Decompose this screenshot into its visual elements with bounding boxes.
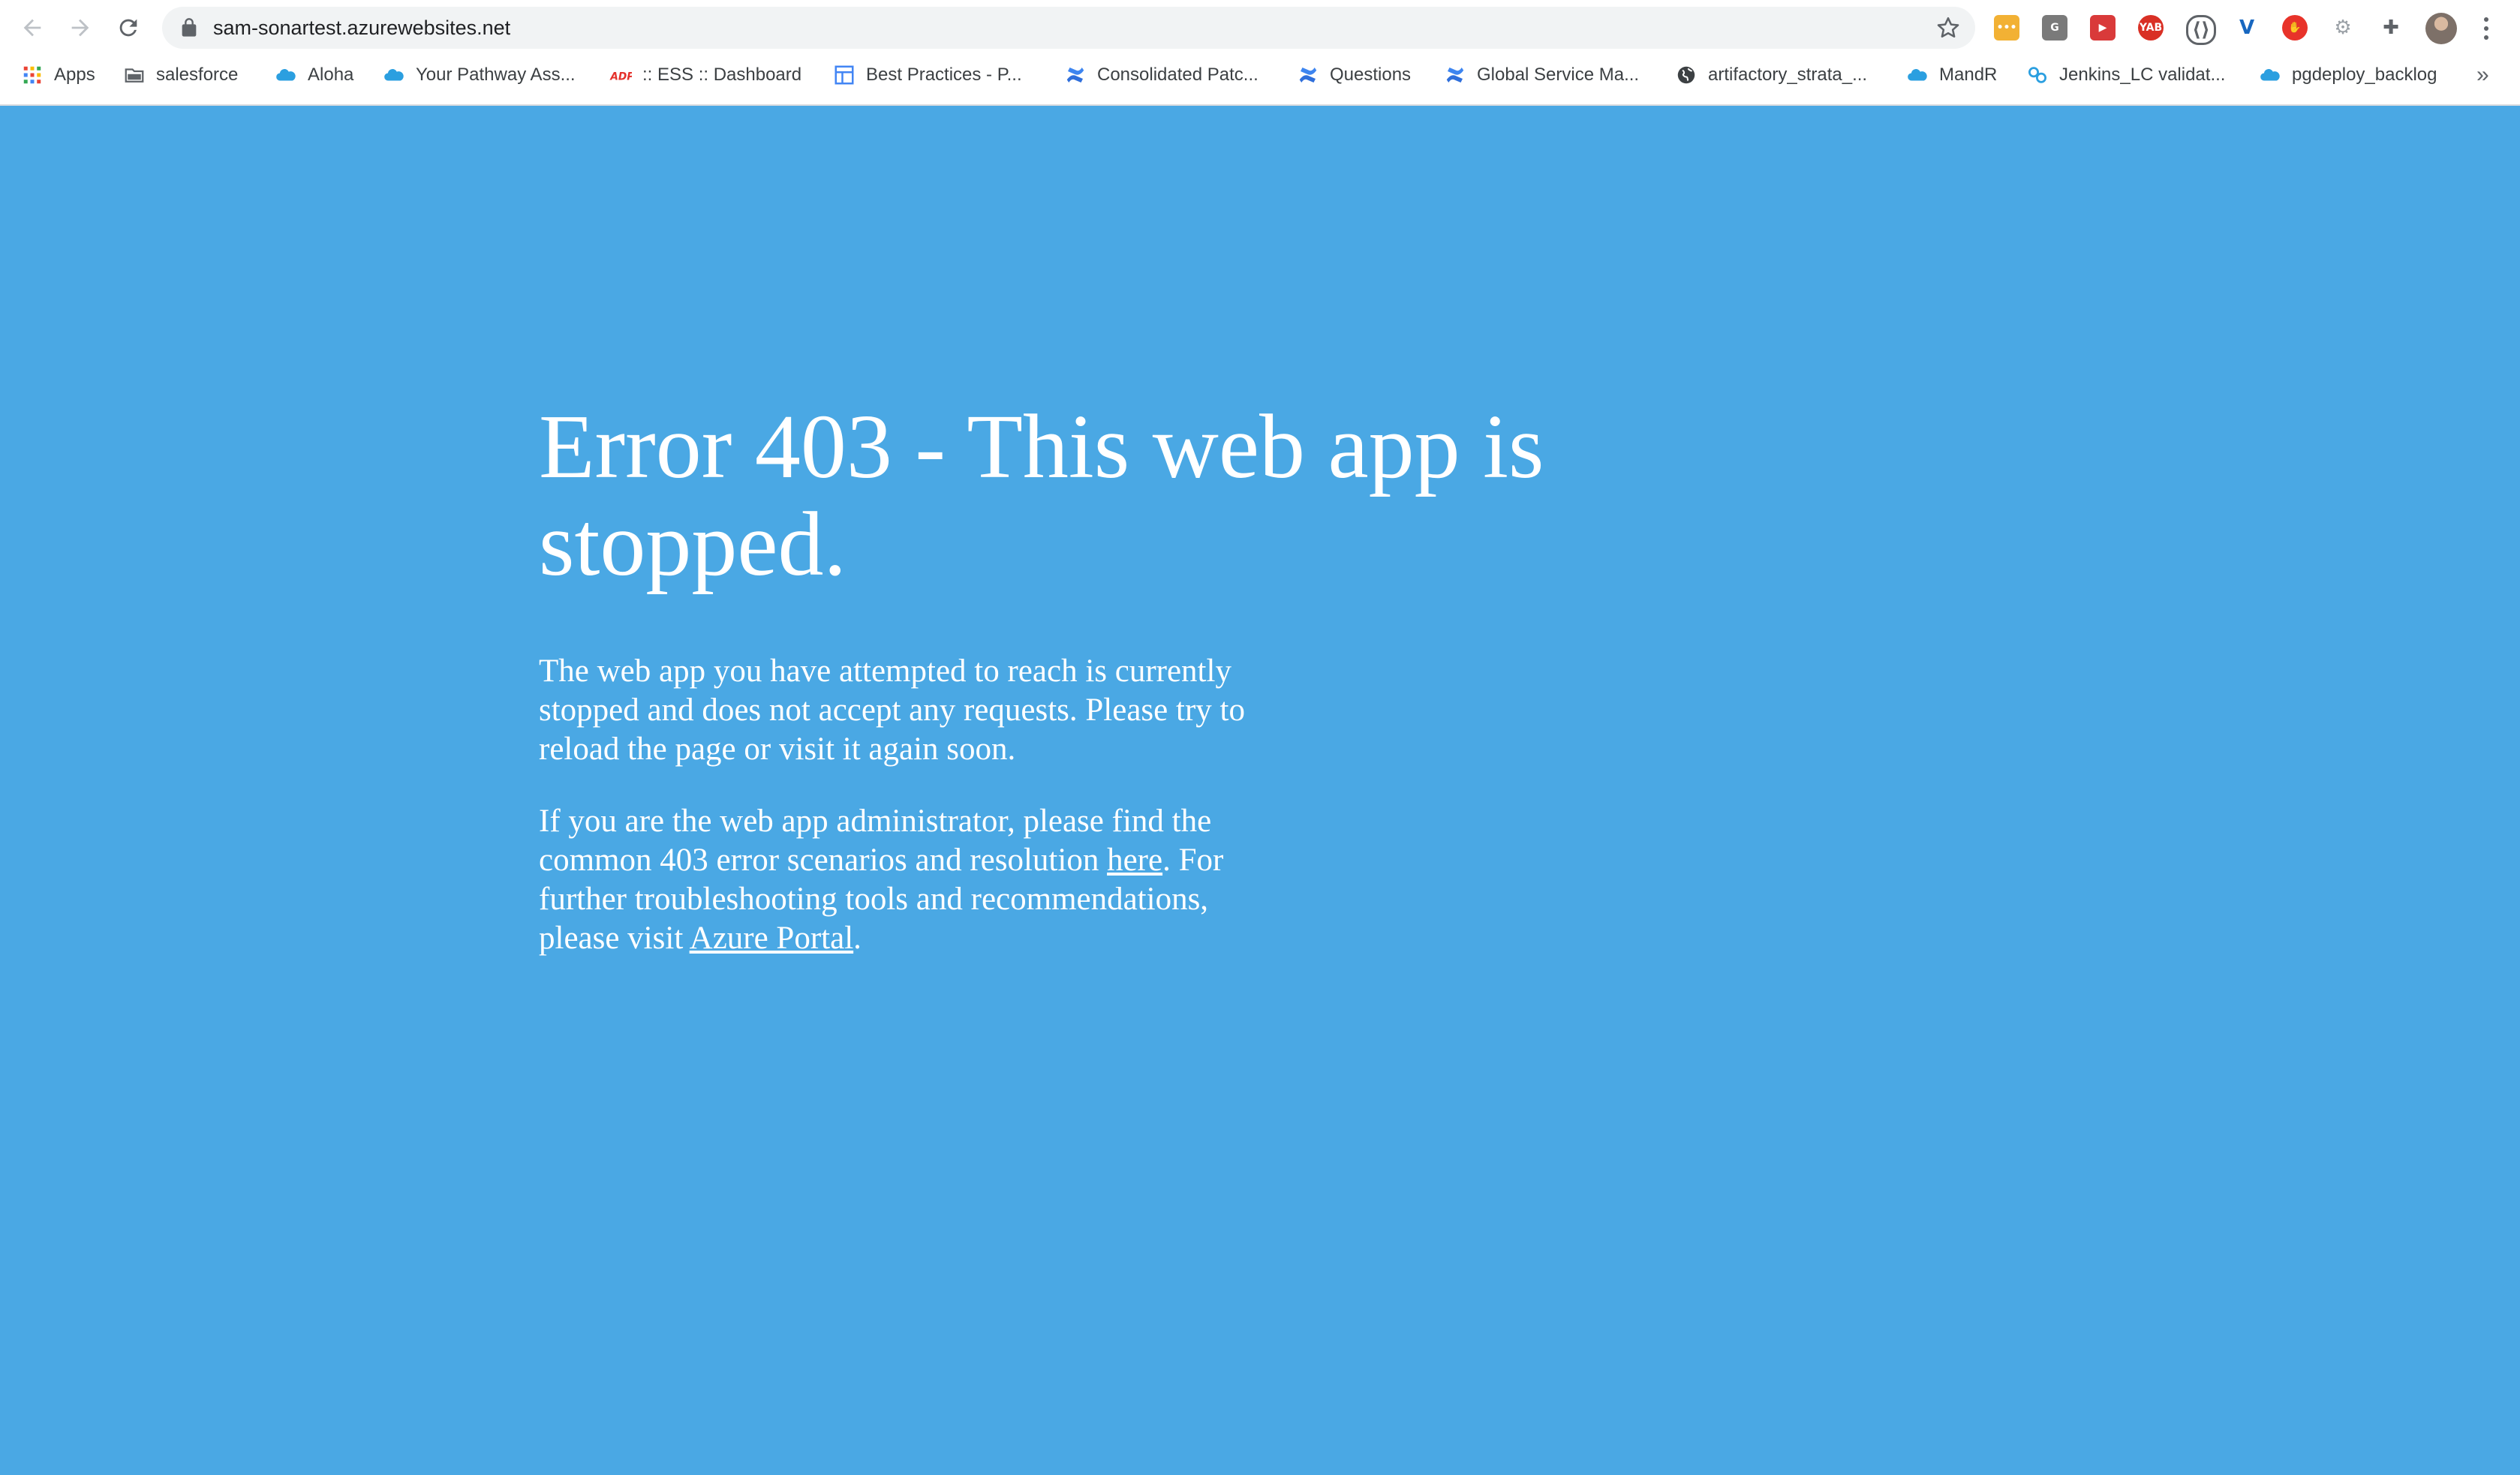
- bookmark-label: Jenkins_LC validat...: [2059, 65, 2226, 85]
- bookmark-item[interactable]: Consolidated Patc...: [1064, 59, 1258, 92]
- bookmark-label: Your Pathway Ass...: [416, 65, 576, 85]
- vuetify-extension-icon[interactable]: V: [2234, 15, 2260, 41]
- bookmark-item[interactable]: MandR: [1906, 59, 1997, 92]
- salesforce-cloud-icon: [2259, 64, 2281, 86]
- bookmark-item[interactable]: pgdeploy_backlog: [2259, 59, 2437, 92]
- bookmarks-overflow-button[interactable]: »: [2476, 59, 2489, 92]
- play-extension-icon[interactable]: ▶: [2090, 15, 2116, 41]
- bookmark-label: Apps: [54, 65, 95, 85]
- error-heading: Error 403 - This web app is stopped.: [539, 396, 1544, 595]
- url-text[interactable]: sam-sonartest.azurewebsites.net: [213, 7, 510, 49]
- error-content: Error 403 - This web app is stopped. The…: [539, 398, 1589, 958]
- table-icon: [833, 64, 856, 86]
- profile-avatar[interactable]: [2425, 13, 2457, 44]
- apps-grid-icon: [21, 64, 44, 86]
- lock-icon[interactable]: [179, 17, 200, 38]
- bookmark-item[interactable]: artifactory_strata_...: [1675, 59, 1867, 92]
- bookmark-item[interactable]: Global Service Ma...: [1444, 59, 1639, 92]
- confluence-icon: [1297, 64, 1319, 86]
- bookmark-star-icon[interactable]: [1935, 14, 1962, 41]
- puzzle-extension-icon[interactable]: ✚: [2378, 15, 2404, 41]
- bookmark-label: Best Practices - P...: [866, 65, 1022, 85]
- bookmark-item[interactable]: Best Practices - P...: [833, 59, 1022, 92]
- salesforce-cloud-icon: [1906, 64, 1929, 86]
- bookmark-label: :: ESS :: Dashboard: [642, 65, 802, 85]
- yab-extension-icon[interactable]: YAB: [2138, 15, 2164, 41]
- salesforce-cloud-icon: [383, 64, 405, 86]
- bookmark-label: Global Service Ma...: [1477, 65, 1640, 85]
- bookmark-item[interactable]: Questions: [1297, 59, 1411, 92]
- bookmark-item[interactable]: salesforce: [123, 59, 238, 92]
- browser-chrome: sam-sonartest.azurewebsites.net ••• G ▶ YAB…: [0, 0, 2520, 106]
- link-icon: [2026, 64, 2049, 86]
- svg-text:ADP: ADP: [609, 71, 632, 83]
- bookmark-item[interactable]: ADP:: ESS :: Dashboard: [609, 59, 801, 92]
- admin-help-text-part3: .: [853, 921, 862, 956]
- bookmark-item[interactable]: Jenkins_LC validat...: [2026, 59, 2225, 92]
- bookmark-label: artifactory_strata_...: [1708, 65, 1868, 85]
- bookmark-label: Aloha: [308, 65, 354, 85]
- azure-portal-link[interactable]: Azure Portal: [690, 921, 854, 956]
- address-bar[interactable]: sam-sonartest.azurewebsites.net: [162, 7, 1975, 49]
- salesforce-cloud-icon: [275, 64, 297, 86]
- dots-extension-icon[interactable]: •••: [1994, 15, 2019, 41]
- bookmark-item[interactable]: Apps: [21, 59, 95, 92]
- back-arrow-icon: [23, 19, 41, 37]
- globe-icon: [1675, 64, 1698, 86]
- browser-menu-icon[interactable]: [2475, 14, 2497, 44]
- grammarly-extension-icon[interactable]: G: [2042, 15, 2067, 41]
- bookmark-label: salesforce: [156, 65, 239, 85]
- error-description: The web app you have attempted to reach …: [539, 653, 1245, 767]
- bookmark-label: Consolidated Patc...: [1097, 65, 1258, 85]
- here-link[interactable]: here: [1107, 843, 1162, 878]
- back-button[interactable]: [14, 9, 51, 47]
- reload-icon: [119, 19, 137, 37]
- adblock-extension-icon[interactable]: ✋: [2282, 15, 2308, 41]
- reload-button[interactable]: [110, 9, 147, 47]
- folder-icon: [123, 64, 146, 86]
- bookmark-item[interactable]: Aloha: [275, 59, 353, 92]
- bookmark-label: MandR: [1939, 65, 1998, 85]
- bookmarks-bar: Apps salesforce Aloha Your Pathway Ass... AD…: [0, 59, 2520, 92]
- settings-extension-icon[interactable]: ⚙: [2330, 15, 2356, 41]
- forward-arrow-icon: [71, 19, 89, 37]
- forward-button[interactable]: [62, 9, 99, 47]
- confluence-icon: [1064, 64, 1087, 86]
- bookmark-label: Questions: [1330, 65, 1412, 85]
- browser-toolbar: sam-sonartest.azurewebsites.net ••• G ▶ YAB…: [0, 0, 2520, 56]
- admin-help-text: If you are the web app administrator, pl…: [539, 802, 1274, 958]
- adp-icon: ADP: [609, 64, 632, 86]
- bookmark-item[interactable]: Your Pathway Ass...: [383, 59, 576, 92]
- code-extension-icon[interactable]: ⟨⟩: [2186, 15, 2216, 45]
- error-page: Error 403 - This web app is stopped. The…: [0, 106, 2520, 1475]
- bookmark-label: pgdeploy_backlog: [2292, 65, 2437, 85]
- confluence-icon: [1444, 64, 1466, 86]
